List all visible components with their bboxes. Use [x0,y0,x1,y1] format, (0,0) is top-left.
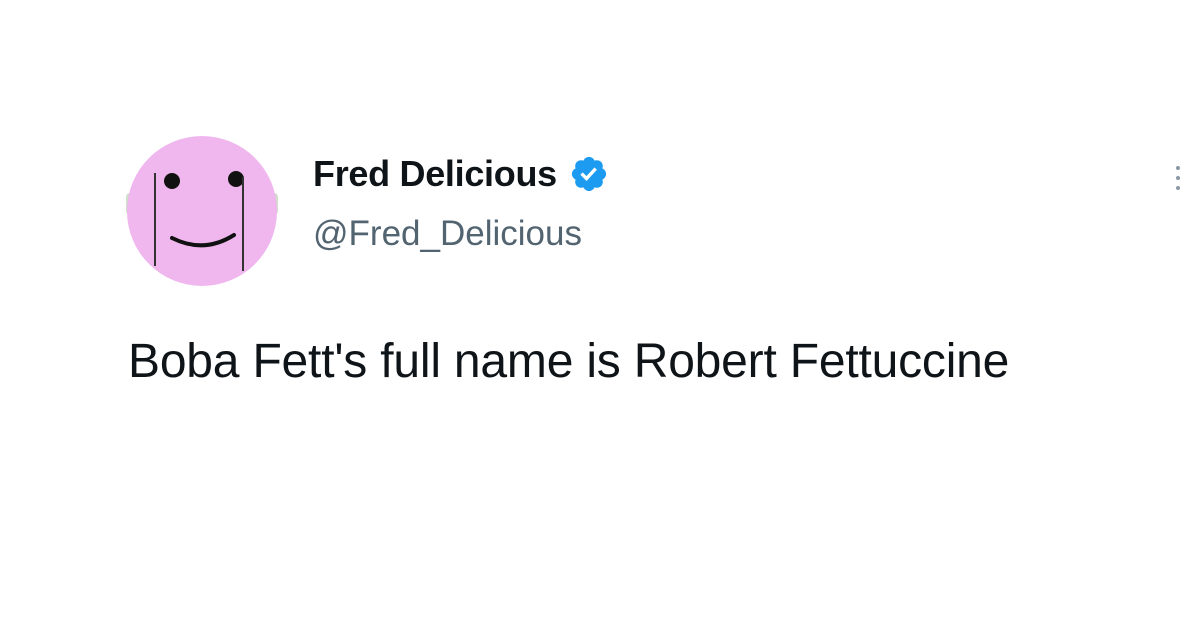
avatar[interactable] [122,131,282,291]
smiley-face-avatar-icon [126,136,278,286]
author-display-name[interactable]: Fred Delicious [313,153,557,195]
tweet-text: Boba Fett's full name is Robert Fettucci… [128,335,1010,388]
tweet-author: Fred Delicious @Fred_Delicious [313,150,609,254]
tweet-card: Fred Delicious @Fred_Delicious Boba Fett… [0,0,1200,628]
author-name-row: Fred Delicious [313,150,609,198]
more-options-icon[interactable] [1168,158,1188,198]
author-handle[interactable]: @Fred_Delicious [313,214,609,254]
verified-badge-icon [569,154,609,194]
